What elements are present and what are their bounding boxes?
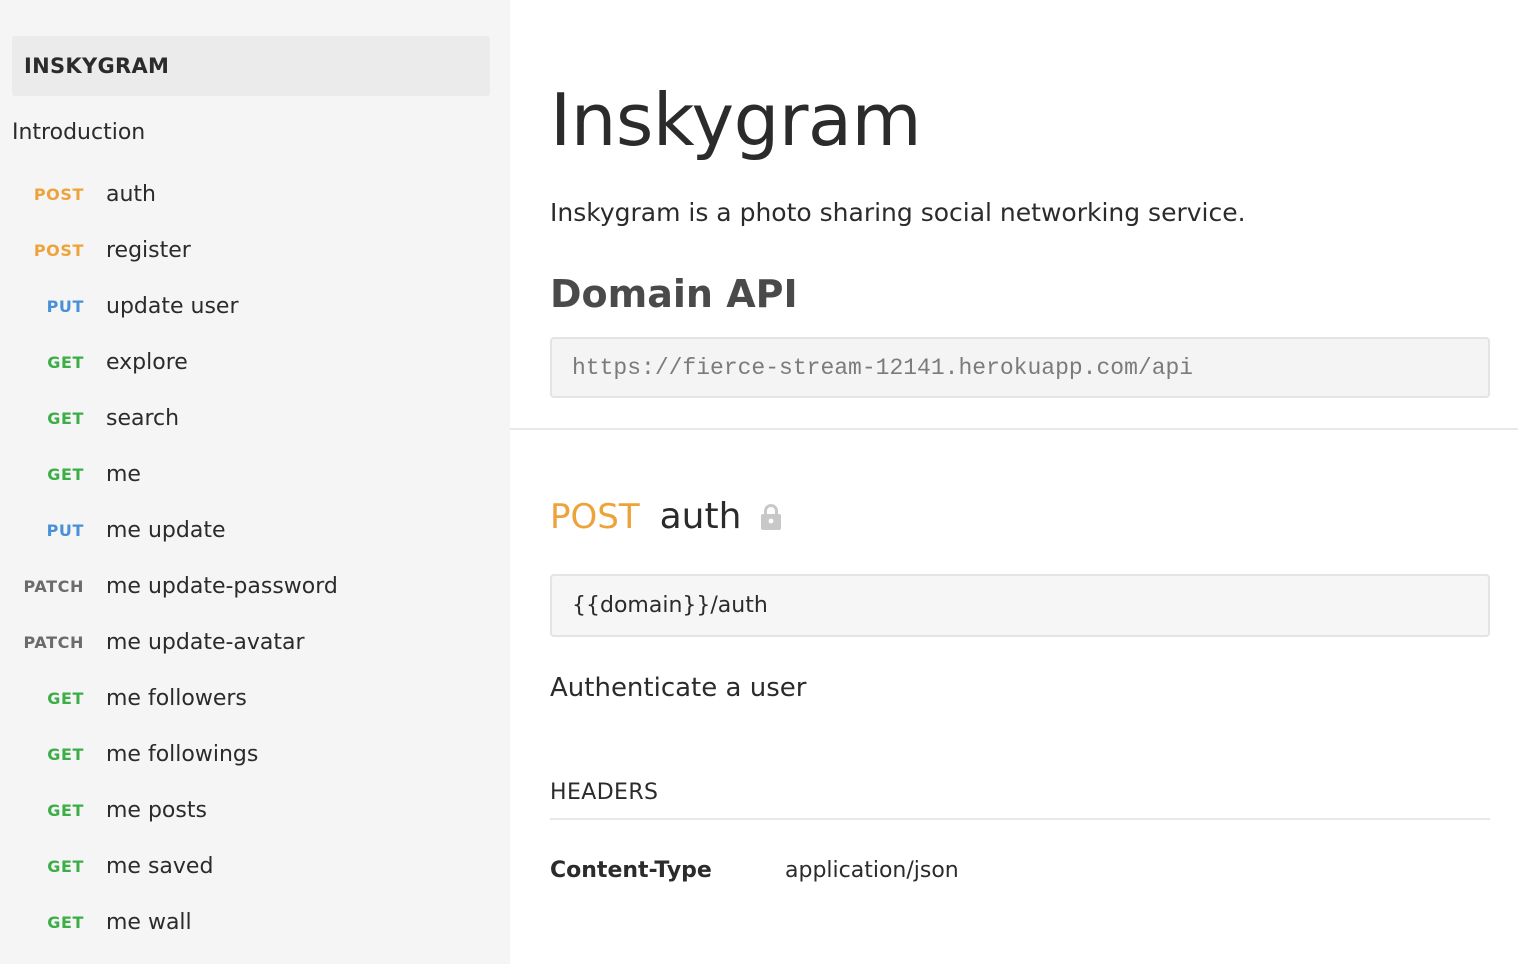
sidebar-item-label: me followings (106, 741, 259, 767)
domain-heading: Domain API (550, 272, 798, 316)
method-badge: GET (47, 464, 84, 484)
request-method: POST (550, 496, 640, 537)
sidebar-item-register[interactable]: POST register (0, 222, 510, 278)
request-heading: POST auth (550, 496, 782, 537)
sidebar-item-me-followers[interactable]: GET me followers (0, 670, 510, 726)
main-content: Inskygram Inskygram is a photo sharing s… (510, 0, 1518, 964)
sidebar-item-me-update-password[interactable]: PATCH me update-password (0, 558, 510, 614)
sidebar-item-label: me update (106, 517, 226, 543)
sidebar-item-label: register (106, 237, 191, 263)
page-description: Inskygram is a photo sharing social netw… (550, 198, 1246, 227)
sidebar-item-label: search (106, 405, 180, 431)
sidebar-item-me-saved[interactable]: GET me saved (0, 838, 510, 894)
section-divider (510, 428, 1518, 430)
endpoint-list: POST auth POST register PUT update user … (0, 166, 510, 950)
sidebar-item-label: me update-password (106, 573, 338, 599)
domain-url-box[interactable]: https://fierce-stream-12141.herokuapp.co… (550, 337, 1490, 398)
method-badge: POST (33, 240, 84, 260)
method-badge: PUT (46, 520, 84, 540)
header-value: application/json (785, 858, 959, 883)
sidebar-item-me-followings[interactable]: GET me followings (0, 726, 510, 782)
collection-title-label: INSKYGRAM (24, 54, 170, 78)
method-badge: GET (47, 352, 84, 372)
request-name: auth (659, 496, 742, 537)
request-url-box[interactable]: {{domain}}/auth (550, 574, 1490, 637)
collection-title[interactable]: INSKYGRAM (12, 36, 490, 96)
method-badge: GET (47, 856, 84, 876)
sidebar-item-label: me (106, 461, 141, 487)
sidebar-item-me[interactable]: GET me (0, 446, 510, 502)
lock-icon (761, 503, 782, 531)
method-badge: POST (33, 184, 84, 204)
page-title: Inskygram (550, 78, 922, 162)
method-badge: PUT (46, 296, 84, 316)
sidebar-item-label: me posts (106, 797, 207, 823)
method-badge: GET (47, 744, 84, 764)
sidebar-item-label: explore (106, 349, 188, 375)
sidebar-item-me-wall[interactable]: GET me wall (0, 894, 510, 950)
method-badge: PATCH (23, 576, 84, 596)
sidebar-item-explore[interactable]: GET explore (0, 334, 510, 390)
domain-url: https://fierce-stream-12141.herokuapp.co… (572, 354, 1194, 381)
method-badge: GET (47, 912, 84, 932)
sidebar-item-label: me followers (106, 685, 247, 711)
headers-divider (550, 818, 1490, 820)
sidebar-item-search[interactable]: GET search (0, 390, 510, 446)
headers-title: HEADERS (550, 780, 659, 805)
method-badge: GET (47, 800, 84, 820)
sidebar-item-me-update[interactable]: PUT me update (0, 502, 510, 558)
sidebar-item-label: me wall (106, 909, 192, 935)
method-badge: PATCH (23, 632, 84, 652)
sidebar-item-label: auth (106, 181, 156, 207)
sidebar-item-me-posts[interactable]: GET me posts (0, 782, 510, 838)
sidebar-item-auth[interactable]: POST auth (0, 166, 510, 222)
sidebar-section-introduction[interactable]: Introduction (12, 120, 145, 145)
sidebar-item-label: update user (106, 293, 239, 319)
sidebar-item-label: me update-avatar (106, 629, 305, 655)
request-url: {{domain}}/auth (572, 593, 768, 618)
method-badge: GET (47, 408, 84, 428)
request-description: Authenticate a user (550, 673, 807, 703)
sidebar-item-update-user[interactable]: PUT update user (0, 278, 510, 334)
header-key: Content-Type (550, 858, 712, 883)
method-badge: GET (47, 688, 84, 708)
sidebar-item-label: me saved (106, 853, 214, 879)
sidebar: INSKYGRAM Introduction POST auth POST re… (0, 0, 510, 964)
sidebar-item-me-update-avatar[interactable]: PATCH me update-avatar (0, 614, 510, 670)
